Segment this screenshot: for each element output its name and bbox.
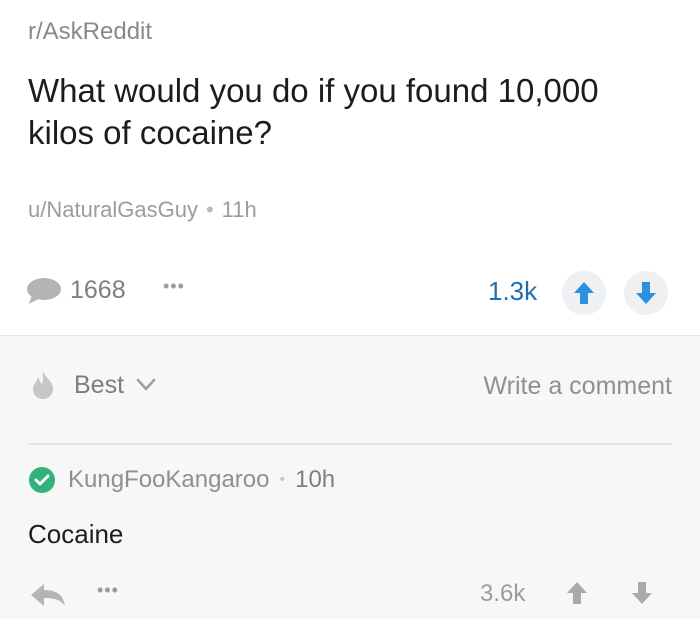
comment-body: Cocaine [28,519,124,549]
divider [28,443,672,445]
comment-more-options-button[interactable]: ••• [97,580,119,601]
post-score: 1.3k [488,276,538,306]
comments-section: Best Write a comment KungFooKangaroo • 1… [0,335,700,619]
reply-arrow-icon[interactable] [30,582,66,608]
write-comment-button[interactable]: Write a comment [484,372,672,401]
post-title: What would you do if you found 10,000 ki… [28,72,599,151]
post-actions-bar: 1668 ••• 1.3k [0,268,700,316]
more-options-button[interactable]: ••• [163,276,185,297]
chevron-down-icon [136,378,156,391]
comment-actions-bar: ••• 3.6k [0,576,700,616]
comment-header: KungFooKangaroo • 10h [28,466,335,494]
separator-dot: • [205,197,214,222]
post-card: r/AskReddit What would you do if you fou… [0,0,700,335]
comment-author[interactable]: KungFooKangaroo [68,466,270,494]
subreddit-link[interactable]: r/AskReddit [28,18,152,46]
post-age: 11h [221,197,257,222]
downvote-button[interactable] [624,271,668,315]
post-author[interactable]: u/NaturalGasGuy [28,197,198,222]
verified-check-icon [29,467,55,493]
comment-score: 3.6k [480,580,526,607]
comments-button[interactable]: 1668 [26,276,126,305]
sort-dropdown[interactable]: Best [30,370,156,400]
sort-label: Best [74,370,125,399]
fire-icon [33,371,53,399]
downvote-arrow-icon [636,282,656,304]
comment-bubble-icon [27,277,61,304]
comment-count: 1668 [70,276,126,304]
upvote-arrow-icon[interactable] [566,581,588,605]
upvote-button[interactable] [562,271,606,315]
comment-age: 10h [295,466,336,493]
downvote-arrow-icon[interactable] [631,581,653,605]
separator-dot: • [279,471,286,488]
post-meta: u/NaturalGasGuy • 11h [28,197,257,223]
upvote-arrow-icon [574,282,594,304]
